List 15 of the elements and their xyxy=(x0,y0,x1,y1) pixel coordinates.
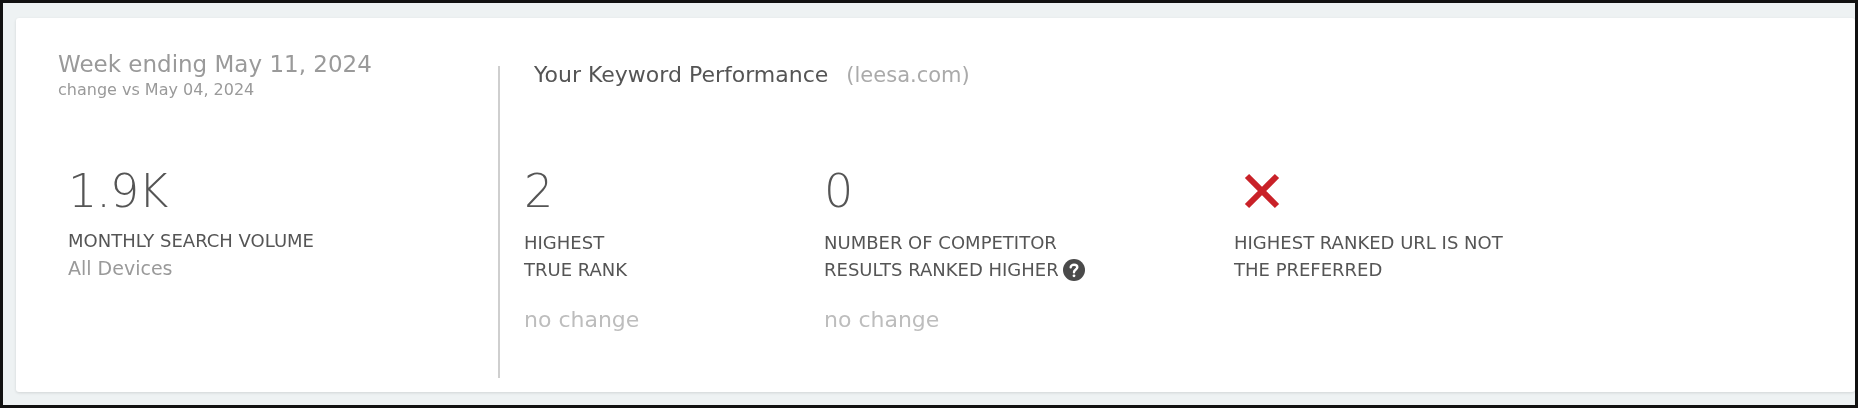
change-label: no change xyxy=(524,307,641,332)
metric-value: 1.9K xyxy=(68,163,169,219)
week-label: Week ending May 11, 2024 xyxy=(58,50,373,79)
metric-value: 2 xyxy=(524,163,554,219)
change-label: no change xyxy=(824,307,941,332)
metric-label: HIGHEST TRUE RANK xyxy=(524,231,628,282)
metric-label: MONTHLY SEARCH VOLUME xyxy=(68,229,315,253)
comparison-label: change vs May 04, 2024 xyxy=(58,79,256,101)
metric-label: HIGHEST RANKED URL IS NOT THE PREFERRED xyxy=(1234,231,1503,282)
domain-label: (leesa.com) xyxy=(846,63,970,87)
section-title: Your Keyword Performance xyxy=(534,62,829,87)
metric-label: NUMBER OF COMPETITOR RESULTS RANKED HIGHER xyxy=(824,231,1059,282)
help-icon[interactable] xyxy=(1062,259,1085,281)
metric-sublabel: All Devices xyxy=(68,256,174,281)
metric-value: 0 xyxy=(824,163,854,219)
